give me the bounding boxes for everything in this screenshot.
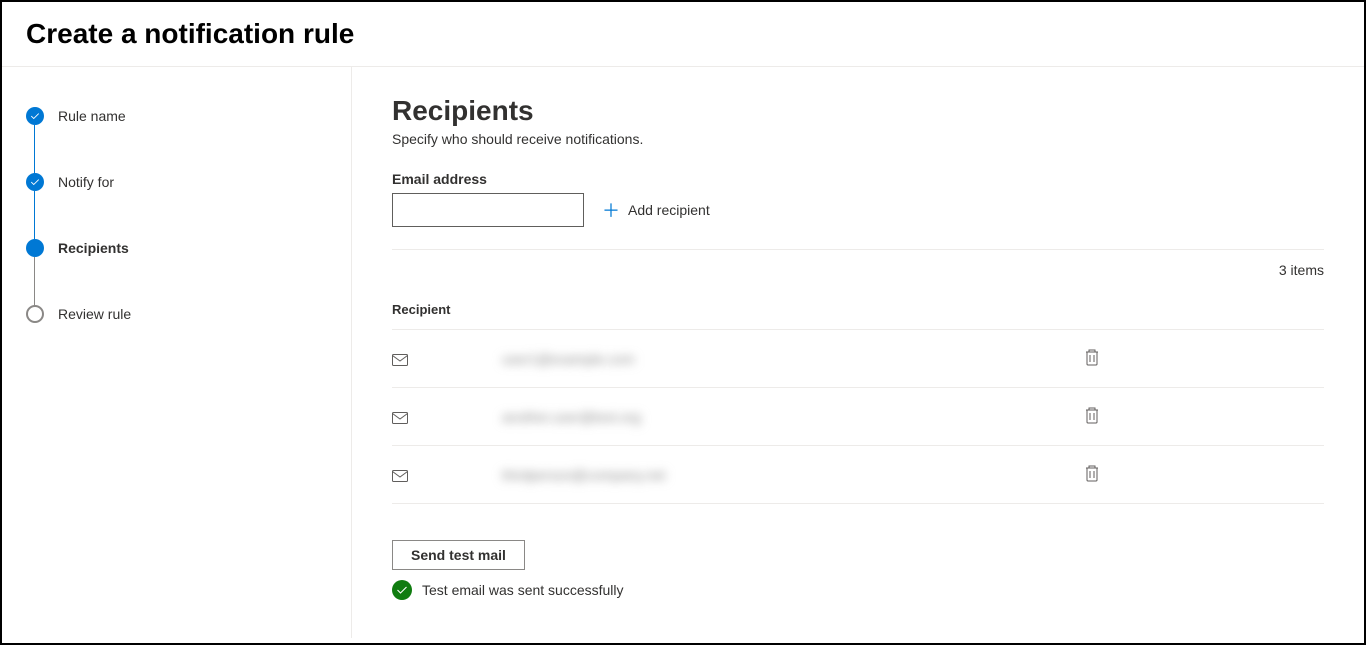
recipient-email: another.user@test.org <box>502 409 1080 425</box>
page-title: Create a notification rule <box>26 18 1340 50</box>
page-header: Create a notification rule <box>2 2 1364 67</box>
wizard-step-label: Review rule <box>58 306 131 322</box>
wizard-sidebar: Rule name Notify for Recipients Review r… <box>2 67 352 638</box>
wizard-step-label: Recipients <box>58 240 129 256</box>
email-input[interactable] <box>392 193 584 227</box>
current-step-icon <box>26 239 44 257</box>
recipient-email: thirdperson@company.net <box>502 467 1080 483</box>
plus-icon: ＋ <box>602 197 620 223</box>
wizard-step-label: Notify for <box>58 174 114 190</box>
main-content: Recipients Specify who should receive no… <box>352 67 1364 638</box>
table-row: another.user@test.org <box>392 387 1324 445</box>
delete-button[interactable] <box>1080 344 1104 373</box>
recipient-email: user1@example.com <box>502 351 1080 367</box>
recipient-table: user1@example.com another.user@test.org <box>392 329 1324 504</box>
wizard-steps: Rule name Notify for Recipients Review r… <box>26 107 327 323</box>
success-message: Test email was sent successfully <box>392 580 1324 600</box>
section-description: Specify who should receive notifications… <box>392 131 1324 147</box>
checkmark-icon <box>26 173 44 191</box>
send-test-mail-button[interactable]: Send test mail <box>392 540 525 570</box>
trash-icon <box>1084 348 1100 366</box>
divider <box>392 249 1324 250</box>
checkmark-icon <box>26 107 44 125</box>
wizard-step-label: Rule name <box>58 108 126 124</box>
success-check-icon <box>392 580 412 600</box>
wizard-step-rule-name[interactable]: Rule name <box>26 107 327 173</box>
add-recipient-label: Add recipient <box>628 202 710 218</box>
trash-icon <box>1084 406 1100 424</box>
wizard-step-recipients[interactable]: Recipients <box>26 239 327 305</box>
table-row: thirdperson@company.net <box>392 445 1324 503</box>
mail-icon <box>392 353 408 365</box>
pending-step-icon <box>26 305 44 323</box>
table-row: user1@example.com <box>392 329 1324 387</box>
table-column-header: Recipient <box>392 302 1324 329</box>
email-field-label: Email address <box>392 171 1324 187</box>
delete-button[interactable] <box>1080 460 1104 489</box>
mail-icon <box>392 469 408 481</box>
success-message-text: Test email was sent successfully <box>422 582 624 598</box>
section-title: Recipients <box>392 95 1324 127</box>
trash-icon <box>1084 464 1100 482</box>
wizard-step-review-rule[interactable]: Review rule <box>26 305 327 323</box>
items-count: 3 items <box>392 262 1324 278</box>
add-recipient-button[interactable]: ＋ Add recipient <box>602 197 710 223</box>
delete-button[interactable] <box>1080 402 1104 431</box>
wizard-step-notify-for[interactable]: Notify for <box>26 173 327 239</box>
mail-icon <box>392 411 408 423</box>
